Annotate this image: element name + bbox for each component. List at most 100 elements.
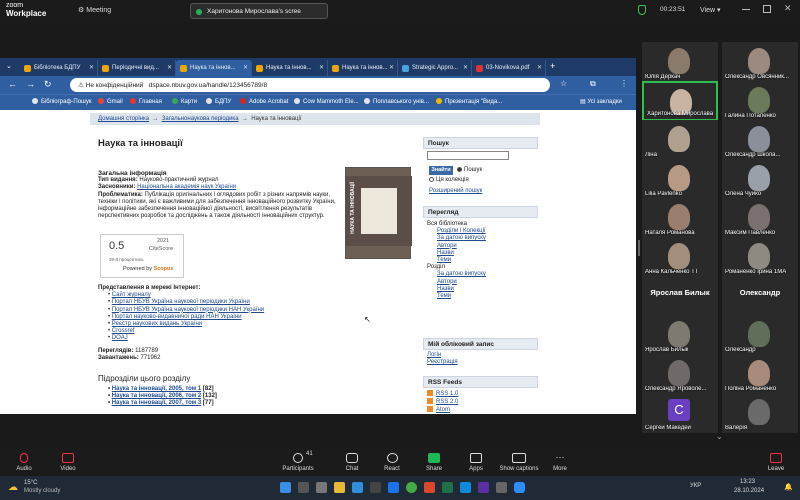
subsection-link[interactable]: Наука та інновації, 2007, том 3 [112, 400, 201, 406]
radio-search[interactable]: Пошук [457, 167, 482, 174]
participant-tile[interactable]: Галина Потапенко [722, 81, 798, 121]
splitter-handle[interactable] [638, 240, 640, 256]
captions-button[interactable]: Show captions [494, 453, 544, 472]
participant-tile[interactable]: Олена Чуйко [722, 159, 798, 199]
close-tab-icon[interactable]: ✕ [463, 64, 468, 71]
bookmark-item[interactable]: Adobe Acrobat [240, 98, 288, 105]
bookmark-item[interactable]: Главная [130, 98, 162, 105]
internet-link[interactable]: DOAJ [112, 335, 128, 341]
rss-item[interactable]: RSS 1.0 [427, 390, 458, 398]
participant-tile[interactable]: Поліна Романенко [722, 354, 798, 394]
rss-link[interactable]: RSS 1.0 [436, 391, 458, 397]
participant-tile[interactable]: Lilia Pavlenko [642, 159, 718, 199]
react-button[interactable]: React [372, 453, 412, 472]
chevron-down-icon[interactable]: ⌄ [716, 432, 723, 441]
word-icon[interactable] [388, 482, 399, 493]
participant-tile[interactable]: Олександр Школа... [722, 120, 798, 160]
browse-link[interactable]: Назви [437, 250, 486, 257]
close-tab-icon[interactable]: ✕ [319, 64, 324, 71]
radio-collection[interactable]: Ця колекція [429, 177, 469, 184]
rss-link[interactable]: RSS 2.0 [436, 399, 458, 405]
login-link[interactable]: Логін [427, 352, 458, 359]
notification-icon[interactable]: 🔔 [784, 483, 793, 491]
bookmark-item[interactable]: Gmail [98, 98, 123, 105]
rss-item[interactable]: RSS 2.0 [427, 398, 458, 406]
participant-tile[interactable]: Анна Кальченко ТТ [642, 237, 718, 277]
apps-button[interactable]: Apps [456, 453, 496, 472]
browser-tab[interactable]: Періодичні вид... ✕ [98, 60, 176, 76]
participant-tile[interactable]: Юлія Деркач [642, 42, 718, 82]
browser-tab[interactable]: Наука та іннов... ✕ [328, 60, 398, 76]
search-input[interactable] [427, 151, 509, 160]
participant-tile[interactable]: Ярослав Билык [642, 276, 718, 316]
bookmark-item[interactable]: БДПУ [206, 98, 231, 105]
view-menu[interactable]: View ▾ [700, 6, 721, 14]
premiere-icon[interactable] [478, 482, 489, 493]
bookmark-item[interactable]: Карти [172, 98, 197, 105]
internet-link[interactable]: Сайт журналу [112, 292, 151, 298]
participant-tile[interactable]: Олександр [722, 276, 798, 316]
audio-button[interactable]: Audio [4, 453, 44, 472]
browser-tab-active[interactable]: Наука та іннов... ✕ [176, 60, 252, 76]
internet-link[interactable]: Портал науково-видавничої ради НАН Украї… [112, 314, 242, 320]
reload-icon[interactable]: ↻ [44, 79, 52, 90]
close-tab-icon[interactable]: ✕ [537, 64, 542, 71]
participant-tile[interactable]: Олександр [722, 315, 798, 355]
back-icon[interactable]: ← [8, 79, 17, 89]
browse-link[interactable]: Розділи і Колекції [437, 228, 486, 235]
zoom-icon[interactable] [514, 482, 525, 493]
language-indicator[interactable]: УКР [690, 483, 701, 489]
edge-icon[interactable] [352, 482, 363, 493]
chat-button[interactable]: Chat [332, 453, 372, 472]
internet-link[interactable]: Портал НБУВ Україна наукової періодики Н… [112, 307, 264, 313]
security-label[interactable]: Не конфіденційний [86, 82, 144, 89]
subsection-link[interactable]: Наука та інновації, 2005, том 1 [112, 386, 201, 392]
bookmark-item[interactable]: Бібліограф-Пошук [32, 98, 92, 105]
participant-tile[interactable]: Олександр Овсянник... [722, 42, 798, 82]
participant-tile[interactable]: Харитонова Мирослава [642, 81, 718, 121]
browser-tab[interactable]: Бібліотека БДПУ ✕ [20, 60, 98, 76]
bookmark-item[interactable]: Cow Mammoth Ele... [294, 98, 359, 105]
excel-icon[interactable] [442, 482, 453, 493]
internet-link[interactable]: Портал НБУВ Україна наукової періодики У… [112, 299, 250, 305]
bookmark-item[interactable]: Поплавського унів... [364, 98, 429, 105]
browse-link[interactable]: За датою випуску [437, 235, 486, 242]
maximize-icon[interactable] [763, 5, 771, 13]
app-icon[interactable] [496, 482, 507, 493]
participant-tile[interactable]: Валерія [722, 393, 798, 433]
internet-link[interactable]: Crossref [112, 328, 135, 334]
task-view-icon[interactable] [316, 482, 327, 493]
journal-cover[interactable]: НАУКА ТА ІННОВАЦІЇ [345, 167, 412, 259]
subsection-link[interactable]: Наука та інновації, 2006, том 2 [112, 393, 201, 399]
screen-share-banner[interactable]: Харитонова Мирослава's scree [190, 3, 328, 19]
close-tab-icon[interactable]: ✕ [389, 64, 394, 71]
rss-link[interactable]: Atom [436, 407, 450, 413]
advanced-search-link[interactable]: Розширений пошук [429, 188, 482, 195]
telegram-icon[interactable] [460, 482, 471, 493]
breadcrumb-section[interactable]: Загальнонаукова періодика [162, 116, 239, 122]
close-icon[interactable]: ✕ [784, 3, 792, 14]
search-icon[interactable] [298, 482, 309, 493]
register-link[interactable]: Реєстрація [427, 359, 458, 366]
weather-icon[interactable]: ☁ [8, 482, 18, 493]
shield-icon[interactable] [638, 5, 646, 15]
participant-tile[interactable]: Наталя Романова [642, 198, 718, 238]
browse-link[interactable]: Теми [437, 293, 486, 300]
bookmark-item[interactable]: Презентація "Вида... [436, 98, 502, 105]
close-tab-icon[interactable]: ✕ [243, 64, 248, 71]
share-button[interactable]: Share [414, 453, 454, 472]
browser-tab[interactable]: 03-Novikova.pdf ✕ [472, 60, 546, 76]
participant-tile[interactable]: Максим Павленко [722, 198, 798, 238]
meeting-menu[interactable]: ⚙ Meeting [78, 6, 111, 14]
store-icon[interactable] [370, 482, 381, 493]
browse-link[interactable]: Автори [437, 243, 486, 250]
browse-link[interactable]: Теми [437, 257, 486, 264]
close-tab-icon[interactable]: ✕ [167, 64, 172, 71]
clock-time[interactable]: 13:23 [740, 479, 755, 485]
internet-link[interactable]: Реєстр наукових видань України [112, 321, 202, 327]
participant-tile[interactable]: Олександр Яроволе... [642, 354, 718, 394]
new-tab-icon[interactable]: + [550, 61, 555, 71]
breadcrumb-home[interactable]: Домашня сторінка [98, 116, 149, 122]
citescore-widget[interactable]: 0.5 2021 CiteScore 39-й процентиль Power… [100, 234, 184, 278]
all-bookmarks[interactable]: ▤ Усі закладки [580, 98, 622, 105]
